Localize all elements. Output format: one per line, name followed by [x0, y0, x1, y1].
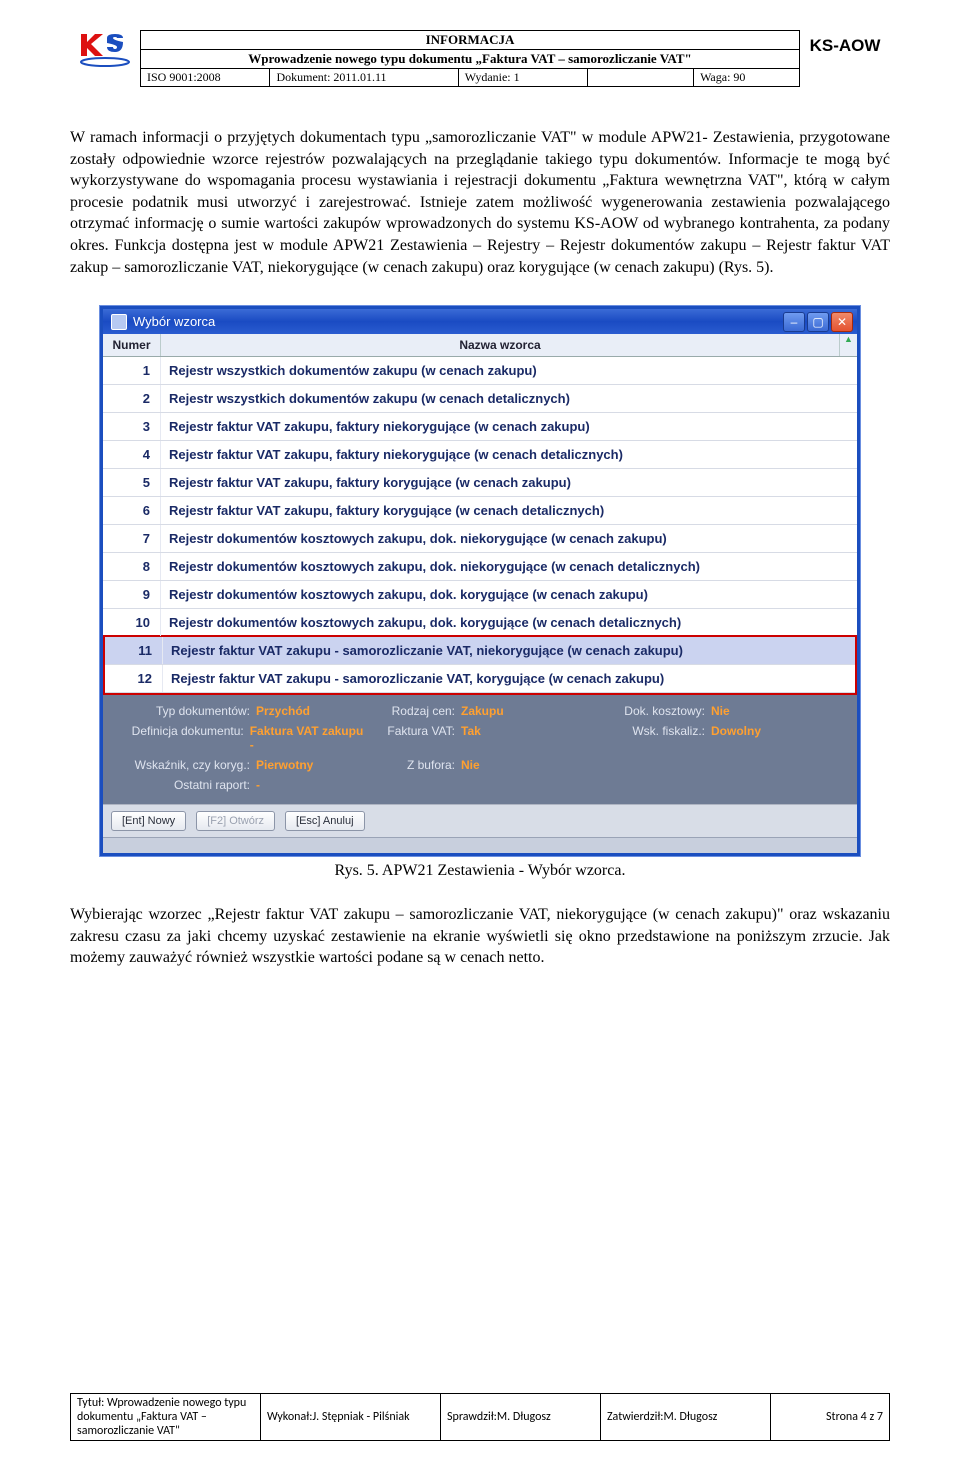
det-def-label: Definicja dokumentu:	[115, 724, 244, 738]
table-row[interactable]: 12Rejestr faktur VAT zakupu - samorozlic…	[105, 665, 855, 693]
table-row[interactable]: 5Rejestr faktur VAT zakupu, faktury kory…	[103, 469, 857, 497]
header-wydanie: Wydanie: 1	[458, 69, 587, 87]
header: INFORMACJA Wprowadzenie nowego typu doku…	[70, 30, 890, 87]
col-header-nazwa[interactable]: Nazwa wzorca	[161, 334, 839, 356]
det-rodzaj-value: Zakupu	[461, 704, 504, 718]
grid-header[interactable]: Numer Nazwa wzorca ▲	[103, 334, 857, 357]
otworz-button[interactable]: [F2] Otwórz	[196, 811, 275, 831]
det-dok-label: Dok. kosztowy:	[595, 704, 705, 718]
det-ost-value: -	[256, 778, 260, 792]
header-iso: ISO 9001:2008	[141, 69, 270, 87]
scrollbar-up[interactable]: ▲	[839, 334, 857, 356]
col-header-numer[interactable]: Numer	[103, 334, 161, 356]
table-row[interactable]: 1Rejestr wszystkich dokumentów zakupu (w…	[103, 357, 857, 385]
button-bar: [Ent] Nowy [F2] Otwórz [Esc] Anuluj	[103, 804, 857, 837]
paragraph-2: Wybierając wzorzec „Rejestr faktur VAT z…	[70, 904, 890, 969]
table-row[interactable]: 10Rejestr dokumentów kosztowych zakupu, …	[103, 609, 857, 637]
header-table: INFORMACJA Wprowadzenie nowego typu doku…	[140, 30, 800, 87]
header-subtitle: Wprowadzenie nowego typu dokumentu „Fakt…	[141, 50, 800, 69]
header-empty	[588, 69, 694, 87]
minimize-button[interactable]: –	[783, 312, 805, 332]
table-row[interactable]: 8Rejestr dokumentów kosztowych zakupu, d…	[103, 553, 857, 581]
footer-table: Tytuł: Wprowadzenie nowego typu dokument…	[70, 1393, 890, 1441]
header-info: INFORMACJA	[141, 31, 800, 50]
statusbar	[103, 837, 857, 853]
table-row[interactable]: 7Rejestr dokumentów kosztowych zakupu, d…	[103, 525, 857, 553]
footer-zatwierdzil: Zatwierdził:M. Długosz	[601, 1394, 771, 1441]
title-icon	[111, 314, 127, 330]
table-row[interactable]: 6Rejestr faktur VAT zakupu, faktury kory…	[103, 497, 857, 525]
titlebar[interactable]: Wybór wzorca – ▢ ✕	[103, 306, 857, 334]
maximize-button[interactable]: ▢	[807, 312, 829, 332]
close-button[interactable]: ✕	[831, 312, 853, 332]
app-window: Wybór wzorca – ▢ ✕ Numer Nazwa wzorca ▲ …	[100, 306, 860, 856]
grid-rows: 1Rejestr wszystkich dokumentów zakupu (w…	[103, 357, 857, 695]
det-wfisk-value: Dowolny	[711, 724, 761, 738]
det-buf-label: Z bufora:	[365, 758, 455, 772]
grid: Numer Nazwa wzorca ▲ 1Rejestr wszystkich…	[103, 334, 857, 695]
ks-logo-icon	[77, 30, 133, 70]
det-def-value: Faktura VAT zakupu -	[250, 724, 365, 752]
table-row[interactable]: 3Rejestr faktur VAT zakupu, faktury niek…	[103, 413, 857, 441]
header-brand: KS-AOW	[800, 30, 890, 56]
figure-caption: Rys. 5. APW21 Zestawienia - Wybór wzorca…	[70, 862, 890, 880]
det-fvat-value: Tak	[461, 724, 481, 738]
details-panel: Typ dokumentów: Przychód Rodzaj cen: Zakup…	[103, 693, 857, 804]
det-wsk-label: Wskaźnik, czy koryg.:	[115, 758, 250, 772]
header-dokument: Dokument: 2011.01.11	[270, 69, 458, 87]
det-fvat-label: Faktura VAT:	[365, 724, 455, 738]
det-wsk-value: Pierwotny	[256, 758, 313, 772]
table-row[interactable]: 4Rejestr faktur VAT zakupu, faktury niek…	[103, 441, 857, 469]
table-row[interactable]: 2Rejestr wszystkich dokumentów zakupu (w…	[103, 385, 857, 413]
det-dok-value: Nie	[711, 704, 730, 718]
footer-sprawdzil: Sprawdził:M. Długosz	[441, 1394, 601, 1441]
det-typ-label: Typ dokumentów:	[115, 704, 250, 718]
footer-strona: Strona 4 z 7	[771, 1394, 890, 1441]
anuluj-button[interactable]: [Esc] Anuluj	[285, 811, 364, 831]
table-row-selected[interactable]: 11Rejestr faktur VAT zakupu - samorozlic…	[105, 637, 855, 665]
det-ost-label: Ostatni raport:	[115, 778, 250, 792]
highlight-box: 11Rejestr faktur VAT zakupu - samorozlic…	[103, 635, 857, 695]
footer-wykonal: Wykonał:J. Stępniak - Pilśniak	[261, 1394, 441, 1441]
nowy-button[interactable]: [Ent] Nowy	[111, 811, 186, 831]
table-row[interactable]: 9Rejestr dokumentów kosztowych zakupu, d…	[103, 581, 857, 609]
footer: Tytuł: Wprowadzenie nowego typu dokument…	[70, 1393, 890, 1441]
det-buf-value: Nie	[461, 758, 480, 772]
window-title: Wybór wzorca	[133, 314, 783, 329]
brand-logo	[70, 30, 140, 70]
det-wfisk-label: Wsk. fiskaliz.:	[595, 724, 705, 738]
det-typ-value: Przychód	[256, 704, 310, 718]
footer-tytul: Tytuł: Wprowadzenie nowego typu dokument…	[71, 1394, 261, 1441]
det-rodzaj-label: Rodzaj cen:	[365, 704, 455, 718]
header-waga: Waga: 90	[694, 69, 800, 87]
paragraph-1: W ramach informacji o przyjętych dokumen…	[70, 127, 890, 278]
